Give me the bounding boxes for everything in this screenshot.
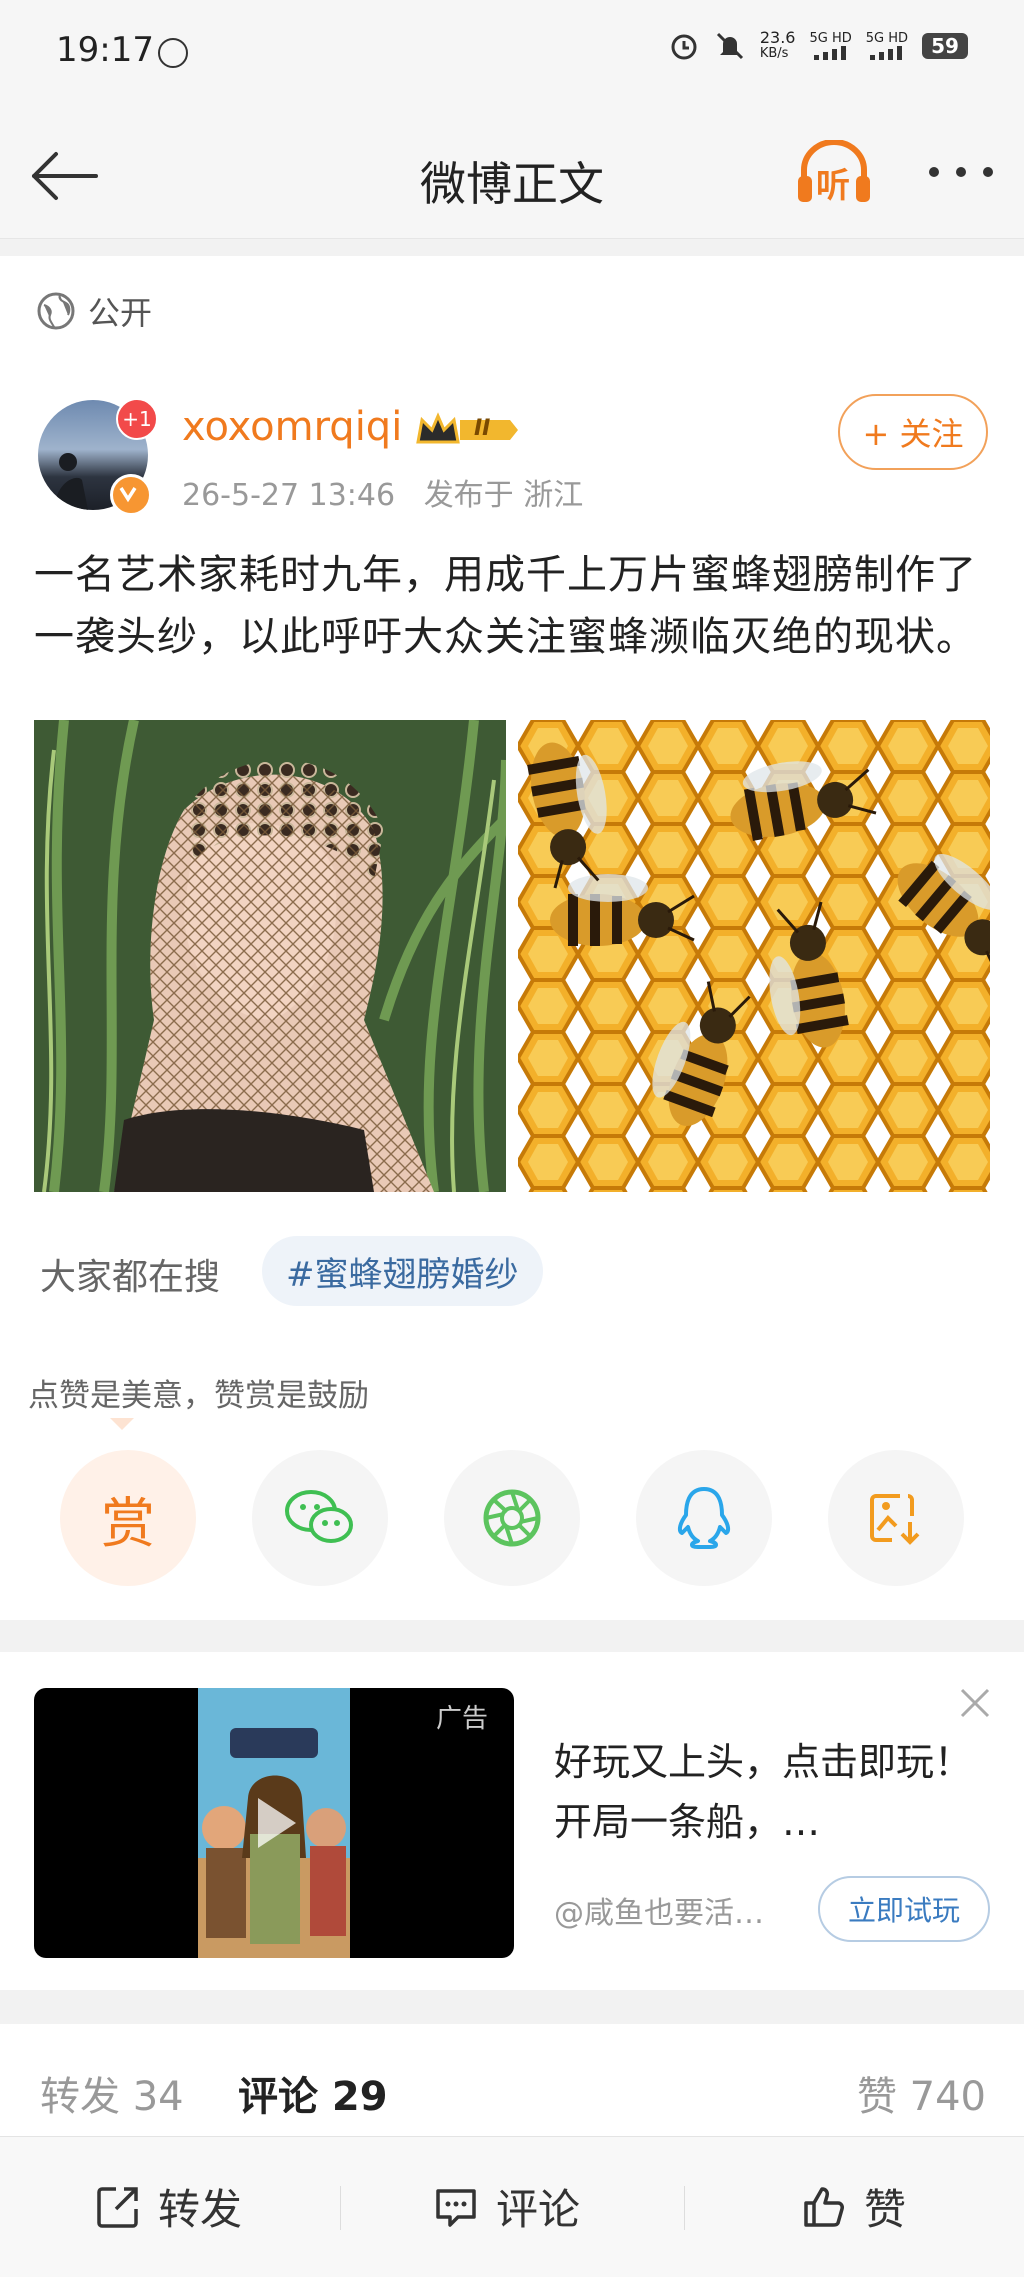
save-image-icon bbox=[870, 1494, 920, 1545]
share-wechat-button[interactable] bbox=[252, 1450, 388, 1586]
comment-icon bbox=[436, 2188, 476, 2227]
thumbs-up-icon bbox=[804, 2186, 844, 2227]
notification-badge: +1 bbox=[116, 398, 158, 440]
comment-label: 评论 bbox=[496, 2185, 581, 2234]
repost-count-tab[interactable]: 转发 34 bbox=[40, 2064, 184, 2122]
divider bbox=[684, 2186, 685, 2230]
post-meta: 26-5-27 13:46 发布于 浙江 bbox=[182, 470, 583, 514]
try-now-button[interactable]: 立即试玩 bbox=[818, 1876, 990, 1942]
visibility-label: 公开 bbox=[88, 294, 153, 332]
signal-bars-icon bbox=[869, 46, 902, 60]
verified-icon bbox=[119, 487, 137, 503]
post-text: 一名艺术家耗时九年，用成千上万片蜜蜂翅膀制作了一袭头纱，以此呼吁大众关注蜜蜂濒临… bbox=[34, 552, 977, 660]
veil-photo bbox=[34, 720, 506, 1192]
tip-pointer-icon bbox=[110, 1418, 134, 1430]
signal-1-label: 5G HD bbox=[809, 31, 852, 46]
mute-icon bbox=[716, 32, 743, 60]
repost-button[interactable]: 转发 bbox=[94, 2176, 242, 2237]
status-time: 19:17 bbox=[56, 30, 154, 70]
verified-badge bbox=[110, 474, 152, 516]
share-moments-button[interactable] bbox=[444, 1450, 580, 1586]
share-qq-button[interactable] bbox=[636, 1450, 772, 1586]
signal-1: 5G HD bbox=[809, 31, 852, 60]
post-image-bees[interactable] bbox=[518, 720, 990, 1192]
app-notification-icon bbox=[158, 38, 188, 68]
status-icons: 23.6 KB/s 5G HD 5G HD 59 bbox=[668, 30, 968, 62]
network-speed: 23.6 KB/s bbox=[760, 30, 796, 62]
ad-title[interactable]: 好玩又上头，点击即玩！开局一条船，… bbox=[554, 1732, 974, 1852]
like-button[interactable]: 赞 bbox=[800, 2176, 906, 2237]
visibility-row: 公开 bbox=[36, 288, 152, 334]
level-label: II bbox=[474, 416, 491, 441]
alarm-icon bbox=[671, 34, 697, 60]
author-name[interactable]: xoxomrqiqi bbox=[182, 404, 402, 450]
post-timestamp: 26-5-27 13:46 bbox=[182, 478, 396, 513]
reward-tip: 点赞是美意，赞赏是鼓励 bbox=[28, 1378, 369, 1414]
globe-icon bbox=[37, 292, 75, 330]
comment-count-tab[interactable]: 评论 29 bbox=[238, 2064, 388, 2122]
net-speed-unit: KB/s bbox=[759, 46, 789, 61]
post-image-veil[interactable] bbox=[34, 720, 506, 1192]
like-count-tab[interactable]: 赞 740 bbox=[857, 2064, 986, 2122]
save-image-button[interactable] bbox=[828, 1450, 964, 1586]
divider bbox=[340, 2186, 341, 2230]
repost-label: 转发 bbox=[158, 2185, 243, 2234]
moments-icon bbox=[483, 1489, 541, 1547]
wechat-icon bbox=[285, 1490, 353, 1543]
signal-2-label: 5G HD bbox=[865, 31, 908, 46]
reward-button[interactable]: 赏 bbox=[60, 1450, 196, 1586]
listen-button[interactable]: 听 bbox=[794, 139, 874, 206]
member-level-badge[interactable]: II bbox=[414, 410, 524, 450]
trending-label: 大家都在搜 bbox=[40, 1257, 221, 1298]
net-speed-value: 23.6 bbox=[759, 28, 796, 47]
reward-icon: 赏 bbox=[101, 1491, 155, 1555]
follow-button[interactable]: + 关注 bbox=[838, 394, 988, 470]
trending-tag[interactable]: #蜜蜂翅膀婚纱 bbox=[262, 1236, 543, 1306]
listen-label: 听 bbox=[816, 166, 850, 206]
more-icon[interactable] bbox=[924, 160, 998, 184]
bees-photo bbox=[518, 720, 990, 1192]
battery-icon: 59 bbox=[922, 33, 968, 59]
close-icon[interactable] bbox=[958, 1686, 992, 1720]
like-label: 赞 bbox=[864, 2185, 907, 2234]
qq-icon bbox=[677, 1487, 731, 1549]
signal-bars-icon bbox=[813, 46, 846, 60]
ad-source: @咸鱼也要活… bbox=[554, 1896, 764, 1931]
signal-2: 5G HD bbox=[866, 32, 908, 60]
comment-button[interactable]: 评论 bbox=[432, 2176, 580, 2237]
ad-label: 广告 bbox=[436, 1704, 489, 1734]
crown-icon bbox=[416, 412, 518, 444]
post-location: 发布于 浙江 bbox=[423, 478, 584, 513]
repost-icon bbox=[97, 2186, 138, 2228]
